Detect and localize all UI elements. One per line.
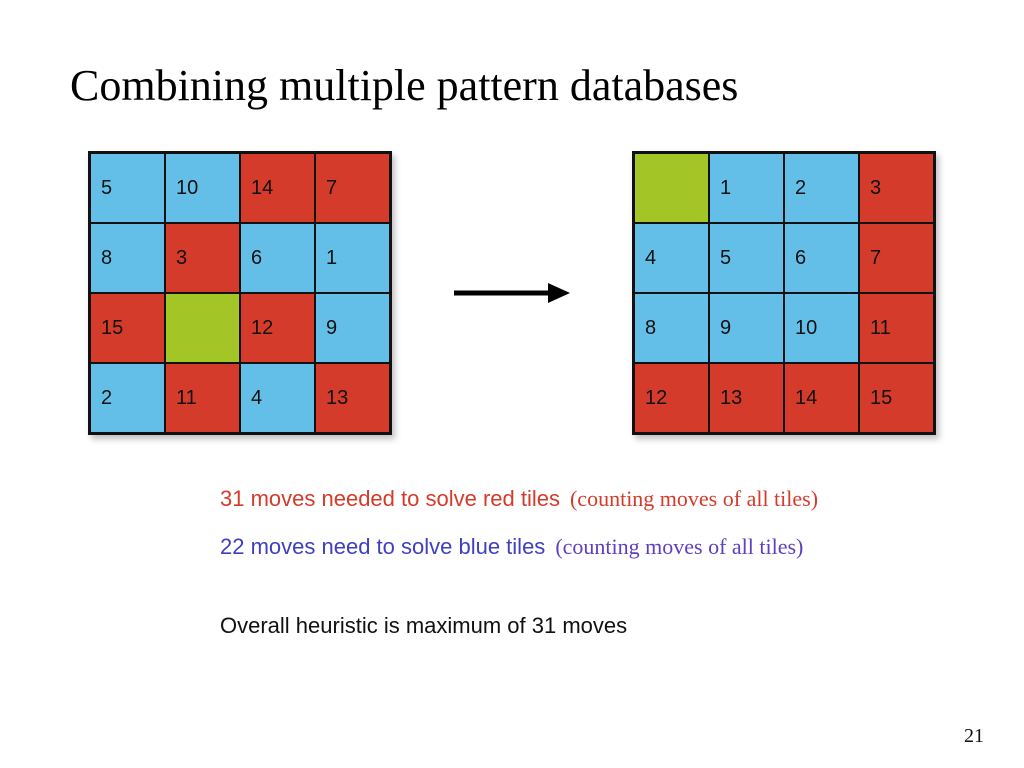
left-puzzle-grid: 510147 8361 15 129 211413 [88, 151, 392, 435]
page-number: 21 [964, 725, 984, 748]
puzzle-cell: 10 [165, 153, 240, 223]
notes-block: 31 moves needed to solve red tiles (coun… [220, 475, 964, 650]
puzzle-cell: 13 [709, 363, 784, 433]
blue-note-main: 22 moves need to solve blue tiles [220, 523, 545, 571]
puzzle-cell: 4 [240, 363, 315, 433]
puzzle-cell: 2 [784, 153, 859, 223]
puzzle-cell: 11 [859, 293, 934, 363]
puzzle-cell: 5 [90, 153, 165, 223]
puzzle-cell: 6 [784, 223, 859, 293]
puzzle-cell: 4 [634, 223, 709, 293]
puzzle-cell [634, 153, 709, 223]
figure-row: 510147836115129211413 123456789101112131… [60, 151, 964, 435]
puzzle-cell: 7 [859, 223, 934, 293]
puzzle-cell: 9 [315, 293, 390, 363]
puzzle-cell: 15 [859, 363, 934, 433]
puzzle-cell: 8 [90, 223, 165, 293]
puzzle-cell: 14 [784, 363, 859, 433]
slide-title: Combining multiple pattern databases [70, 60, 964, 111]
puzzle-cell: 3 [859, 153, 934, 223]
puzzle-cell: 1 [709, 153, 784, 223]
puzzle-cell: 15 [90, 293, 165, 363]
red-note-line: 31 moves needed to solve red tiles (coun… [220, 475, 964, 523]
puzzle-cell: 6 [240, 223, 315, 293]
red-note-paren: (counting moves of all tiles) [570, 475, 818, 523]
blue-note-line: 22 moves need to solve blue tiles (count… [220, 523, 964, 571]
puzzle-cell: 7 [315, 153, 390, 223]
puzzle-cell: 3 [165, 223, 240, 293]
blue-note-paren: (counting moves of all tiles) [555, 523, 803, 571]
puzzle-cell: 13 [315, 363, 390, 433]
puzzle-cell: 9 [709, 293, 784, 363]
puzzle-cell [165, 293, 240, 363]
puzzle-cell: 5 [709, 223, 784, 293]
puzzle-cell: 14 [240, 153, 315, 223]
right-puzzle-grid: 123456789101112131415 [632, 151, 936, 435]
arrow-icon [452, 278, 572, 308]
overall-note: Overall heuristic is maximum of 31 moves [220, 602, 964, 650]
puzzle-cell: 11 [165, 363, 240, 433]
puzzle-cell: 10 [784, 293, 859, 363]
puzzle-cell: 1 [315, 223, 390, 293]
puzzle-cell: 2 [90, 363, 165, 433]
red-note-main: 31 moves needed to solve red tiles [220, 475, 560, 523]
puzzle-cell: 12 [634, 363, 709, 433]
slide: Combining multiple pattern databases 510… [0, 0, 1024, 768]
puzzle-cell: 12 [240, 293, 315, 363]
puzzle-cell: 8 [634, 293, 709, 363]
